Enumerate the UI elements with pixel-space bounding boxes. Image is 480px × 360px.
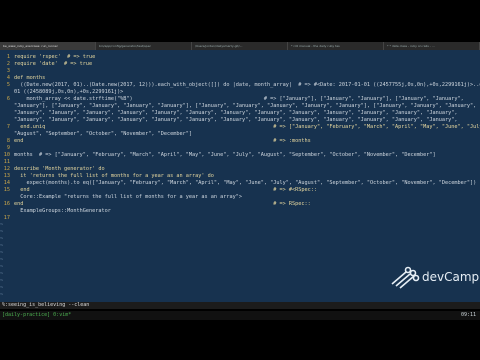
code-text: Core::Example "returns the full list of … (14, 194, 242, 200)
code-line[interactable]: 5 ((Date.new(2017, 01)..(Date.new(2017, … (0, 82, 480, 89)
video-frame: be_www_ruby_exercises: run_runner bin/ap… (0, 0, 480, 360)
line-number: 16 (3, 201, 10, 207)
line-number: 12 (3, 166, 10, 172)
code-text: it 'returns the full list of months for … (14, 173, 214, 179)
code-text: def months (14, 75, 46, 81)
code-text: ExampleGroups::MonthGenerator (14, 208, 111, 214)
logo-text: devCamp (422, 270, 480, 284)
line-number: 11 (3, 159, 10, 165)
code-line[interactable]: 16 end # => RSpec:: (0, 201, 480, 208)
code-text: "January", "January", "January", "Januar… (14, 110, 458, 116)
code-line[interactable]: 8 end # => :months (0, 138, 480, 145)
empty-line-marker: ~ (0, 236, 4, 242)
line-number: 15 (3, 187, 10, 193)
terminal-tab[interactable]: bin/app/config/generator/test/spec (96, 42, 192, 50)
code-text: end.uniq # => ["January", "February", "M… (14, 124, 480, 130)
code-line[interactable]: 2 require 'date' # => true (0, 61, 480, 68)
tmux-status-bar: [daily-practice] 0:vim* 09:11 (0, 311, 480, 320)
code-line[interactable]: 1 require 'rspec' # => true (0, 54, 480, 61)
code-line[interactable]: ExampleGroups::MonthGenerator (0, 208, 480, 215)
knife-logo-icon (391, 266, 420, 289)
tmux-session-label: [daily-practice] 0:vim* (2, 312, 72, 318)
vim-command-line[interactable]: %:seeing_is_believing --clean (2, 302, 89, 309)
code-text: require 'date' # => true (14, 61, 93, 67)
code-text: end # => #<RSpec:: (14, 187, 317, 193)
code-text: months # => ["January", "February", "Mar… (14, 152, 436, 158)
line-number: 3 (6, 68, 10, 74)
line-number: 14 (3, 180, 10, 186)
line-number: 2 (6, 61, 10, 67)
tmux-clock: 09:11 (460, 312, 476, 318)
code-line[interactable]: 11 (0, 159, 480, 166)
code-text: "August", "September", "October", "Novem… (14, 131, 193, 137)
code-text: end # => RSpec:: (14, 201, 311, 207)
line-number: 10 (3, 152, 10, 158)
code-line[interactable]: 7 end.uniq # => ["January", "February", … (0, 124, 480, 131)
code-line[interactable]: 9 (0, 145, 480, 152)
empty-line-marker: ~ (0, 222, 4, 228)
code-line[interactable]: 15 end # => #<RSpec:: (0, 187, 480, 194)
line-number: 9 (6, 145, 10, 151)
code-text: ((Date.new(2017, 01)..(Date.new(2017, 12… (14, 82, 480, 88)
code-line[interactable]: 10 months # => ["January", "February", "M… (0, 152, 480, 159)
terminal-tab[interactable]: * rc6 manual - the daily ruby tes (288, 42, 384, 50)
terminal-tab-bar: be_www_ruby_exercises: run_runner bin/ap… (0, 42, 480, 50)
code-line[interactable]: 17 (0, 215, 480, 222)
code-line[interactable]: "January", "January", "January", "Januar… (0, 117, 480, 124)
code-line[interactable]: 6 month_array << date.strftime("%B") # =… (0, 96, 480, 103)
terminal-tab[interactable]: /Users/jordan/dailysmarty-git/... (192, 42, 288, 50)
code-text: "January"], ["January", "January", "Janu… (14, 103, 477, 109)
code-line[interactable]: 4 def months (0, 75, 480, 82)
code-text: end # => :months (14, 138, 311, 144)
line-number: 8 (6, 138, 10, 144)
line-number: 7 (6, 124, 10, 130)
code-text: describe 'Month generator' do (14, 166, 105, 172)
empty-line-marker: ~ (0, 229, 4, 235)
code-text: require 'rspec' # => true (14, 54, 96, 60)
terminal-tab[interactable]: be_www_ruby_exercises: run_runner (0, 42, 96, 50)
line-number: 17 (3, 215, 10, 221)
code-line[interactable]: 3 (0, 68, 480, 75)
line-number: 5 (6, 82, 10, 88)
code-line[interactable]: "January", "January", "January", "Januar… (0, 110, 480, 117)
code-line[interactable]: "January"], ["January", "January", "Janu… (0, 103, 480, 110)
code-line[interactable]: Core::Example "returns the full list of … (0, 194, 480, 201)
code-line[interactable]: "August", "September", "October", "Novem… (0, 131, 480, 138)
code-text: "January", "January", "January", "Januar… (14, 117, 458, 123)
empty-line-marker: ~ (0, 250, 4, 256)
line-number: 1 (6, 54, 10, 60)
empty-line-marker: ~ (0, 243, 4, 249)
empty-line-marker: ~ (0, 292, 4, 298)
terminal-tab[interactable]: * * date class - ruby on rails - ... (384, 42, 480, 50)
code-text: 01 ((2458089j,0s,0n),+0s,2299161j)> (14, 89, 124, 95)
line-number: 4 (6, 75, 10, 81)
code-line[interactable]: 14 expect(months).to eq(["January", "Feb… (0, 180, 480, 187)
code-line[interactable]: 01 ((2458089j,0s,0n),+0s,2299161j)> (0, 89, 480, 96)
code-text: expect(months).to eq(["January", "Februa… (14, 180, 477, 186)
code-line[interactable]: 12 describe 'Month generator' do (0, 166, 480, 173)
line-number: 6 (6, 96, 10, 102)
line-number: 13 (3, 173, 10, 179)
code-line[interactable]: 13 it 'returns the full list of months f… (0, 173, 480, 180)
code-text: month_array << date.strftime("%B") # => … (14, 96, 464, 102)
